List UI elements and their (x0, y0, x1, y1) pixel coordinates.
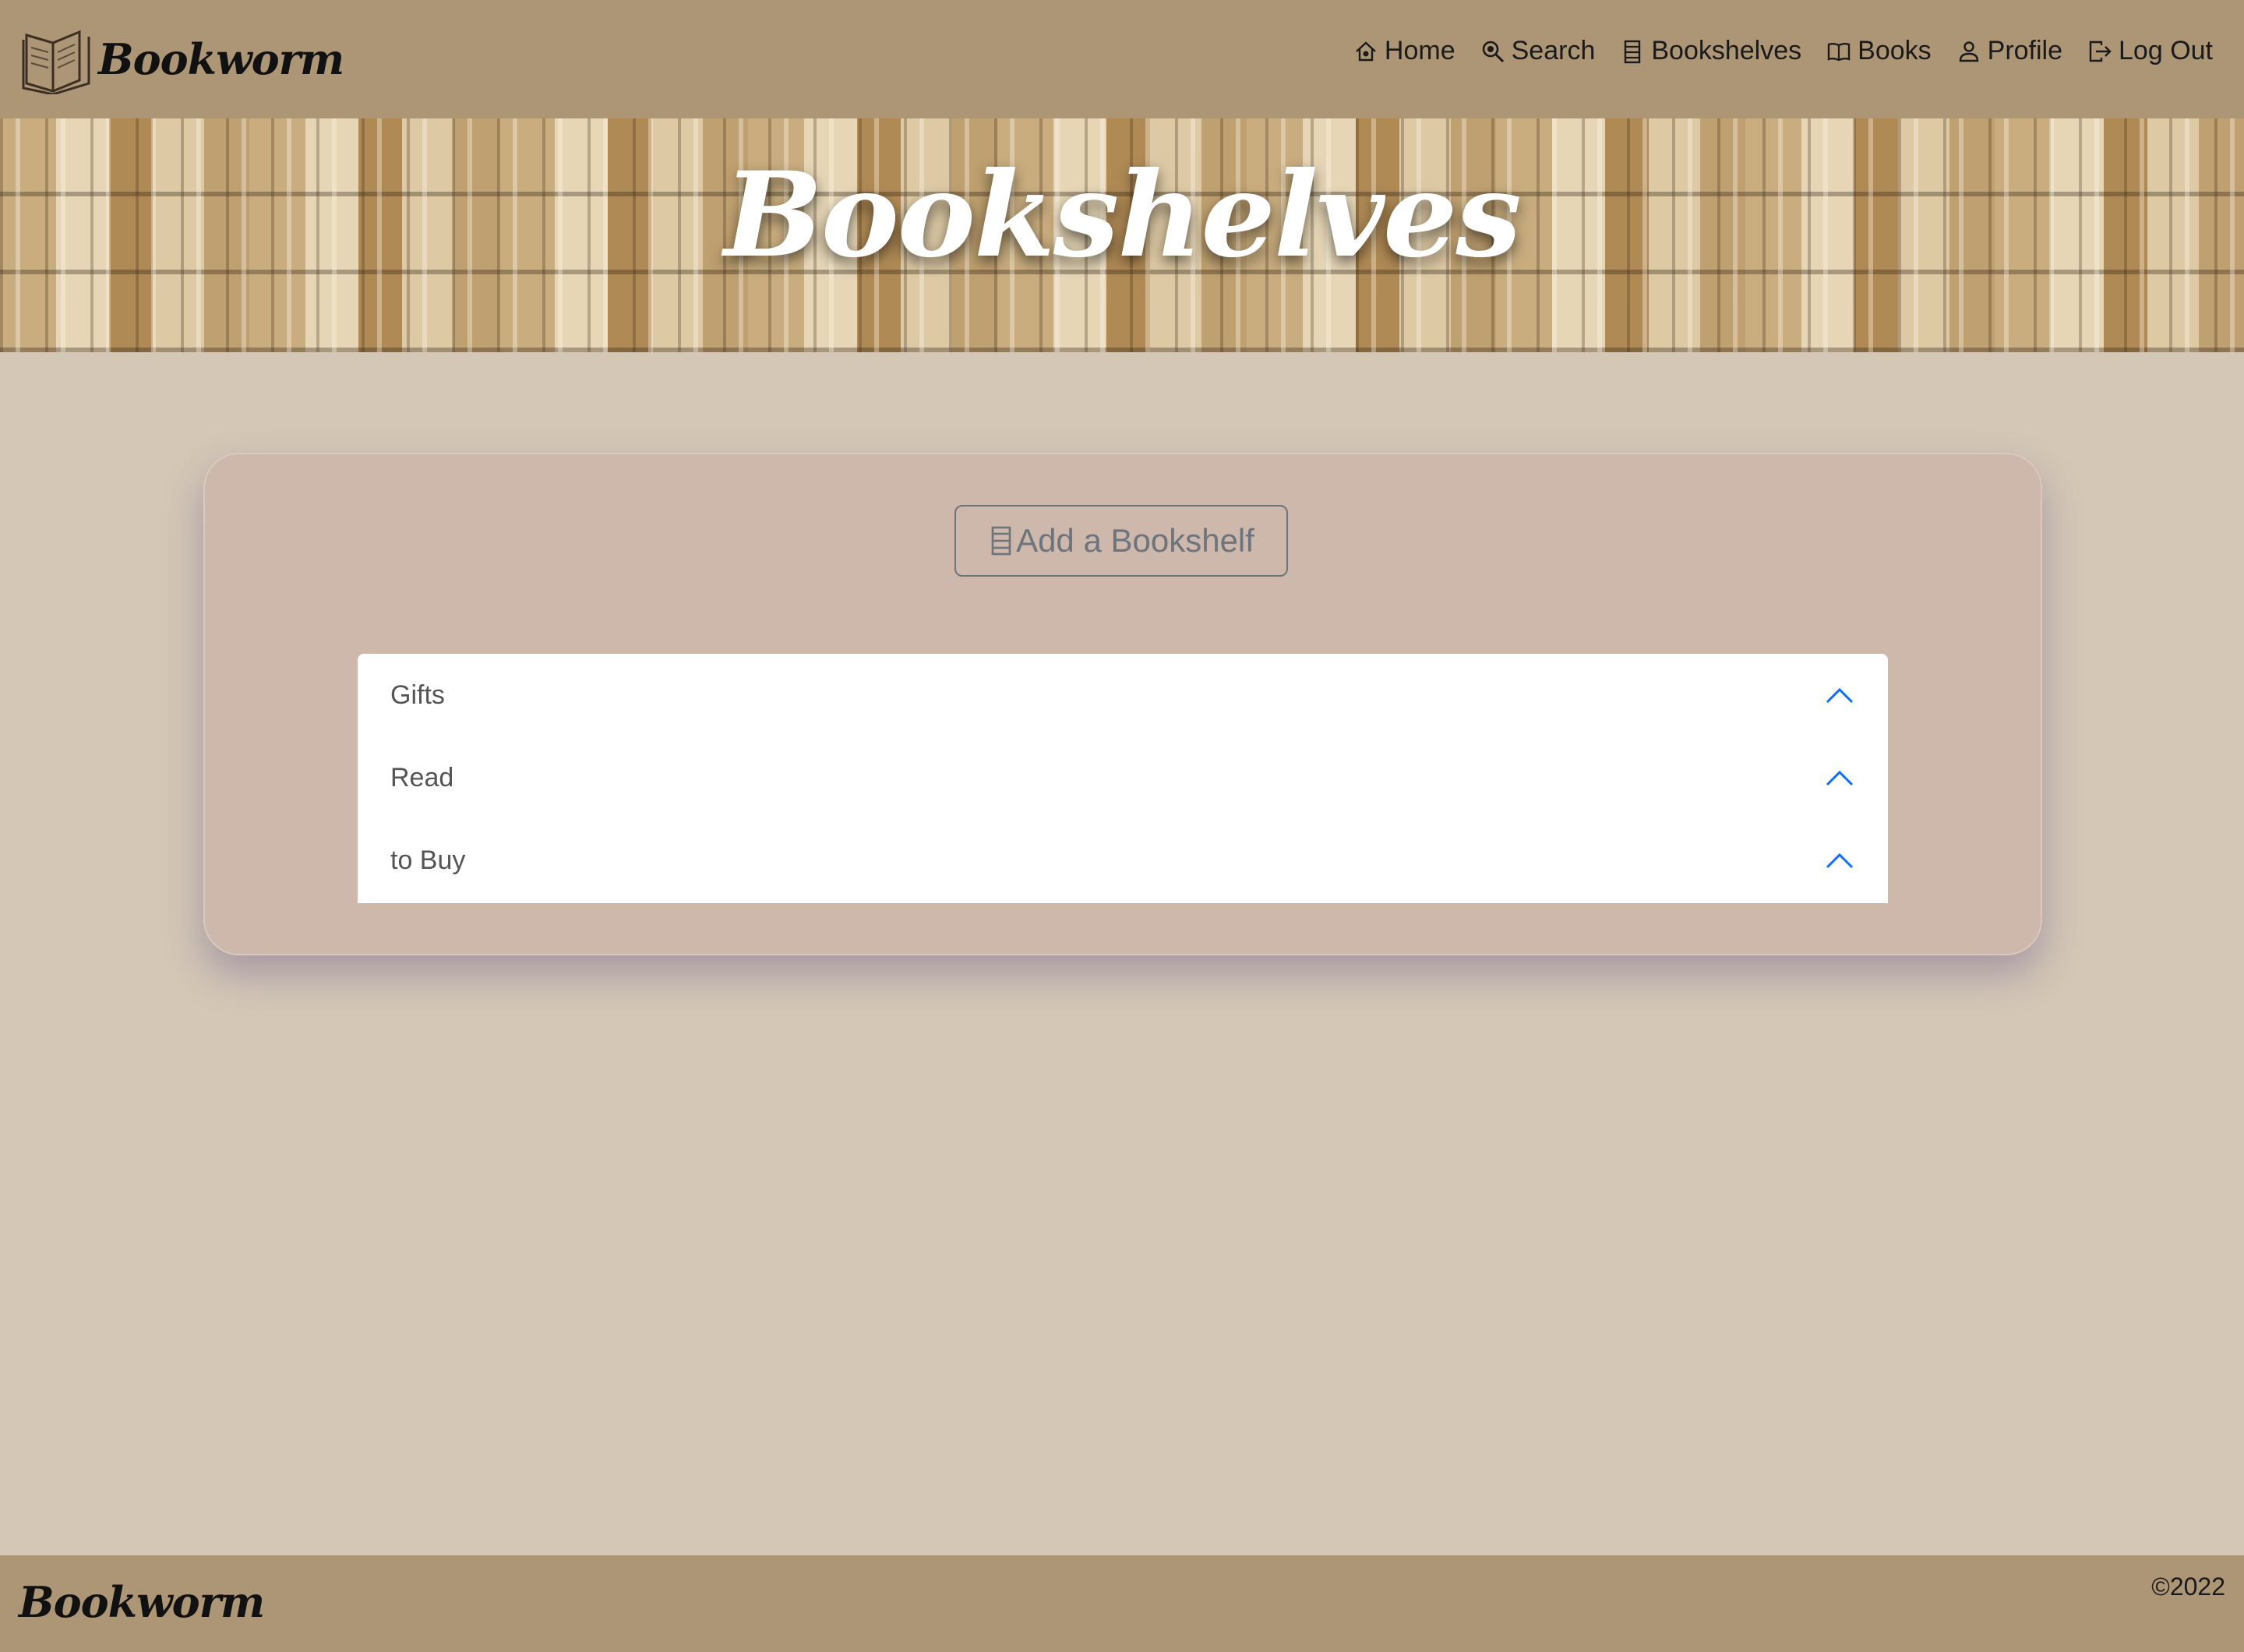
main-nav: Home Search Bookshelves Books Profile Lo… (1328, 36, 2213, 66)
chevron-up-icon (1826, 770, 1854, 786)
nav-item-label: Profile (1987, 36, 2063, 65)
footer: Bookworm ©2022 (0, 1555, 2244, 1652)
navbar: Bookworm Home Search Bookshelves Books P… (0, 0, 2244, 118)
bookshelves-card: Add a Bookshelf Gifts Read to Buy (203, 453, 2042, 955)
nav-item-books[interactable]: Books (1826, 36, 1932, 66)
chevron-up-icon (1826, 687, 1854, 704)
nav-item-bookshelves[interactable]: Bookshelves (1620, 36, 1801, 66)
house-icon (1356, 41, 1376, 61)
open-book-logo-icon (22, 30, 90, 94)
chevron-up-icon (1826, 852, 1854, 869)
accordion-item-label: Read (390, 762, 454, 792)
book-icon (1827, 42, 1851, 61)
accordion-item-to-buy[interactable]: to Buy (358, 819, 1888, 902)
bookshelf-icon (1625, 40, 1641, 63)
accordion-item-label: to Buy (390, 845, 466, 875)
add-bookshelf-label: Add a Bookshelf (1016, 522, 1254, 559)
add-bookshelf-button[interactable]: Add a Bookshelf (954, 505, 1288, 577)
nav-item-label: Search (1511, 36, 1596, 65)
nav-item-label: Bookshelves (1651, 36, 1802, 65)
logout-icon (2089, 41, 2112, 62)
footer-brand: Bookworm (19, 1577, 265, 1627)
person-icon (1959, 41, 1978, 62)
nav-item-logout[interactable]: Log Out (2087, 36, 2213, 66)
hero-banner: Bookshelves (0, 118, 2244, 352)
nav-item-label: Books (1858, 36, 1932, 65)
nav-item-search[interactable]: Search (1480, 36, 1596, 66)
search-icon (1482, 41, 1504, 62)
copyright-text: ©2022 (2151, 1573, 2225, 1601)
bookshelf-icon (991, 526, 1011, 556)
nav-item-profile[interactable]: Profile (1956, 36, 2062, 66)
brand-link[interactable]: Bookworm (22, 22, 344, 97)
bookshelf-accordion: Gifts Read to Buy (358, 654, 1888, 903)
accordion-item-gifts[interactable]: Gifts (358, 654, 1888, 736)
nav-item-home[interactable]: Home (1353, 36, 1455, 66)
accordion-item-label: Gifts (390, 680, 445, 710)
accordion-item-read[interactable]: Read (358, 736, 1888, 819)
brand-name: Bookworm (98, 34, 344, 84)
page-title: Bookshelves (724, 146, 1522, 284)
nav-item-label: Log Out (2119, 36, 2213, 65)
nav-item-label: Home (1384, 36, 1455, 65)
